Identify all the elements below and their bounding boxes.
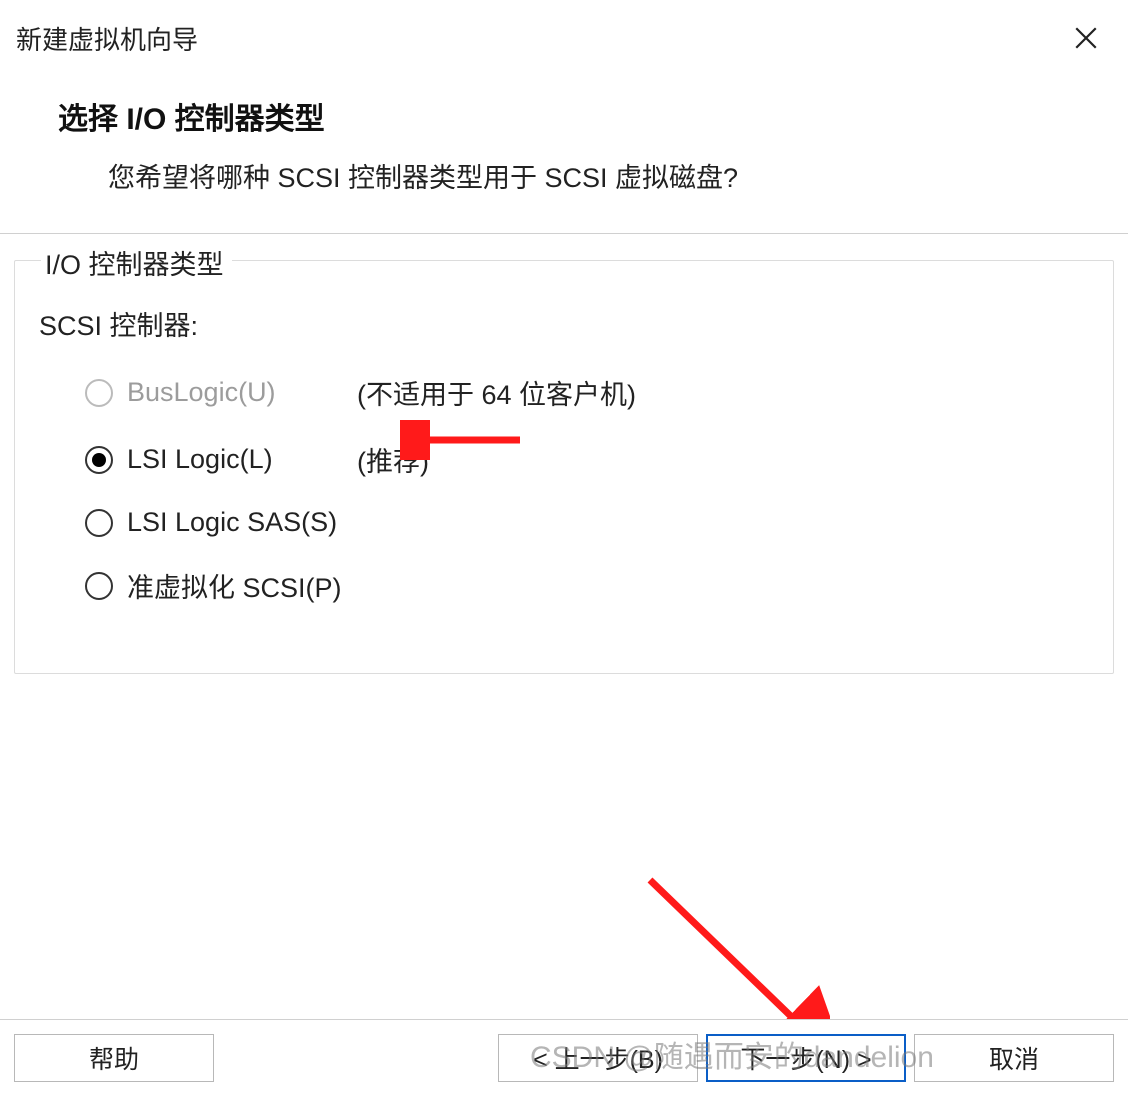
window-title: 新建虚拟机向导: [16, 20, 198, 57]
titlebar: 新建虚拟机向导: [0, 0, 1128, 76]
close-icon: [1073, 25, 1099, 51]
radio-input-pvscsi[interactable]: [85, 572, 113, 600]
radio-label-pvscsi[interactable]: 准虚拟化 SCSI(P): [127, 566, 342, 605]
scsi-controller-label: SCSI 控制器:: [39, 304, 1087, 343]
header-separator: [0, 233, 1128, 234]
close-button[interactable]: [1066, 18, 1106, 58]
wizard-header: 选择 I/O 控制器类型 您希望将哪种 SCSI 控制器类型用于 SCSI 虚拟…: [0, 76, 1128, 233]
radio-option-lsilogicsas[interactable]: LSI Logic SAS(S): [85, 507, 1087, 538]
radio-input-lsilogicsas[interactable]: [85, 509, 113, 537]
radio-label-lsilogicsas[interactable]: LSI Logic SAS(S): [127, 507, 337, 538]
page-title: 选择 I/O 控制器类型: [58, 94, 1088, 138]
radio-option-lsilogic[interactable]: LSI Logic(L) (推荐): [85, 440, 1087, 479]
radio-option-buslogic: BusLogic(U) (不适用于 64 位客户机): [85, 373, 1087, 412]
wizard-button-bar: 帮助 < 上一步(B) 下一步(N) > 取消: [0, 1019, 1128, 1094]
radio-input-lsilogic[interactable]: [85, 446, 113, 474]
radio-input-buslogic: [85, 379, 113, 407]
radio-option-pvscsi[interactable]: 准虚拟化 SCSI(P): [85, 566, 1087, 605]
page-subtitle: 您希望将哪种 SCSI 控制器类型用于 SCSI 虚拟磁盘?: [108, 156, 1088, 195]
groupbox-title: I/O 控制器类型: [41, 243, 232, 282]
radio-label-buslogic: BusLogic(U): [127, 377, 337, 408]
back-button[interactable]: < 上一步(B): [498, 1034, 698, 1082]
next-button[interactable]: 下一步(N) >: [706, 1034, 906, 1082]
radio-note-buslogic: (不适用于 64 位客户机): [357, 373, 636, 412]
help-button[interactable]: 帮助: [14, 1034, 214, 1082]
io-controller-groupbox: I/O 控制器类型 SCSI 控制器: BusLogic(U) (不适用于 64…: [14, 260, 1114, 674]
radio-label-lsilogic[interactable]: LSI Logic(L): [127, 444, 337, 475]
radio-note-lsilogic: (推荐): [357, 440, 429, 479]
cancel-button[interactable]: 取消: [914, 1034, 1114, 1082]
